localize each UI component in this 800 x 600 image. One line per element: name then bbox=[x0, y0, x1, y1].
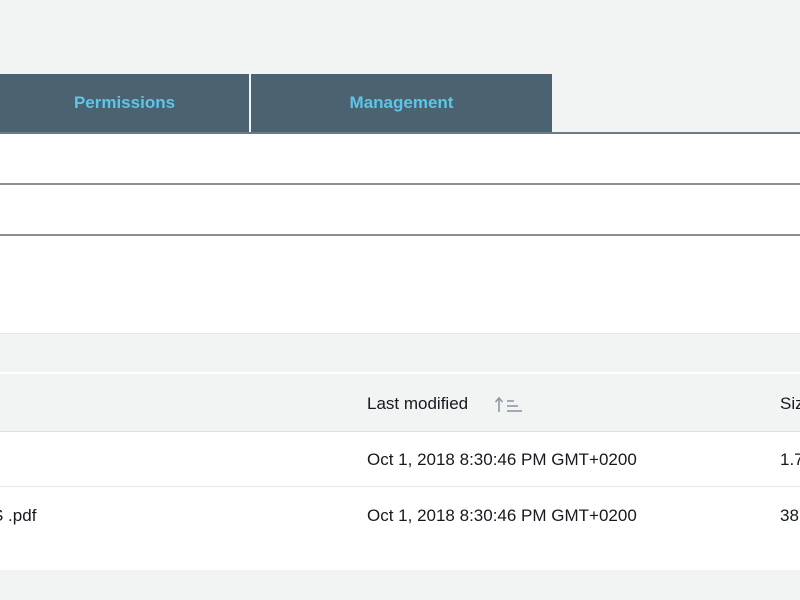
table-row[interactable]: Oct 1, 2018 8:30:46 PM GMT+0200 1.7 bbox=[0, 432, 800, 487]
table-row[interactable]: S .pdf Oct 1, 2018 8:30:46 PM GMT+0200 3… bbox=[0, 488, 800, 543]
objects-table: Last modified Siz Oct 1, 2018 8:30:46 PM… bbox=[0, 372, 800, 570]
tab-permissions-label: Permissions bbox=[73, 93, 176, 112]
cell-size: 38 bbox=[780, 506, 799, 525]
cell-name[interactable]: S .pdf bbox=[0, 506, 36, 526]
cell-last-modified: Oct 1, 2018 8:30:46 PM GMT+0200 bbox=[367, 506, 637, 525]
tab-permissions[interactable]: Permissions bbox=[0, 74, 249, 132]
content-panel bbox=[0, 236, 800, 334]
tab-bar: Permissions Management bbox=[0, 74, 800, 134]
tab-management-label: Management bbox=[349, 93, 454, 112]
table-header: Last modified Siz bbox=[0, 374, 800, 432]
cell-last-modified: Oct 1, 2018 8:30:46 PM GMT+0200 bbox=[367, 450, 637, 469]
tab-management[interactable]: Management bbox=[251, 74, 552, 132]
sort-ascending-icon[interactable] bbox=[494, 395, 524, 415]
content-row-1 bbox=[0, 134, 800, 185]
page: Permissions Management Last modified Siz bbox=[0, 0, 800, 600]
column-header-last-modified[interactable]: Last modified bbox=[367, 394, 468, 414]
cell-size: 1.7 bbox=[780, 450, 800, 469]
column-header-size[interactable]: Siz bbox=[780, 394, 800, 414]
content-row-2 bbox=[0, 185, 800, 236]
